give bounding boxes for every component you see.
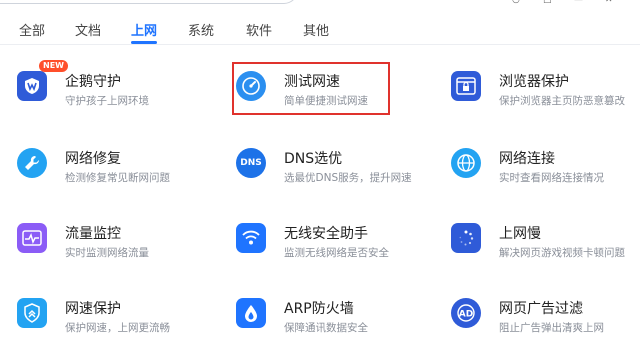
tool-desc: 监测无线网络是否安全 (284, 247, 389, 259)
tool-title: 上网慢 (499, 226, 541, 242)
tool-title: 企鹅守护 (65, 74, 121, 90)
tab-other[interactable]: 其他 (303, 20, 329, 39)
tool-title: ARP防火墙 (284, 301, 354, 317)
penguin-shield-icon (17, 71, 47, 101)
search-box[interactable] (0, 0, 298, 4)
traffic-monitor-icon (17, 223, 47, 253)
tool-dns-optimize[interactable]: DNS DNS选优 选最优DNS服务，提升网速 (236, 148, 436, 198)
highlight-box (232, 62, 390, 115)
tool-title: 流量监控 (65, 226, 121, 242)
tool-desc: 阻止广告弹出清爽上网 (499, 322, 604, 334)
tool-desc: 解决网页游戏视频卡顿问题 (499, 247, 625, 259)
tool-traffic-monitor[interactable]: 流量监控 实时监测网络流量 (17, 223, 217, 273)
tool-penguin-guard[interactable]: NEW 企鹅守护 守护孩子上网环境 (17, 60, 217, 121)
loading-icon (451, 223, 481, 253)
category-tabs: 全部 文档 上网 系统 软件 其他 (0, 14, 640, 44)
tool-desc: 检测修复常见断网问题 (65, 172, 170, 184)
tool-title: 网速保护 (65, 301, 121, 317)
tool-browser-protect[interactable]: 浏览器保护 保护浏览器主页防恶意篡改 (451, 71, 640, 121)
tool-title: 网络修复 (65, 151, 121, 167)
wrench-globe-icon (17, 148, 47, 178)
tool-desc: 守护孩子上网环境 (65, 95, 149, 107)
tool-title: 网页广告过滤 (499, 301, 583, 317)
ad-block-icon: AD (451, 298, 481, 328)
tool-network-connection[interactable]: 网络连接 实时查看网络连接情况 (451, 148, 631, 198)
tool-arp-firewall[interactable]: ARP防火墙 保障通讯数据安全 (236, 298, 436, 348)
svg-text:AD: AD (459, 310, 473, 320)
tool-desc: 保障通讯数据安全 (284, 322, 368, 334)
tool-desc: 实时查看网络连接情况 (499, 172, 604, 184)
tool-title: DNS选优 (284, 151, 343, 167)
tool-title: 网络连接 (499, 151, 555, 167)
tool-slow-internet[interactable]: 上网慢 解决网页游戏视频卡顿问题 (451, 223, 640, 273)
tool-desc: 实时监测网络流量 (65, 247, 149, 259)
close-icon[interactable]: ✕ (605, 0, 614, 5)
tool-wireless-safety[interactable]: 无线安全助手 监测无线网络是否安全 (236, 223, 436, 273)
tool-title: 无线安全助手 (284, 226, 368, 242)
message-icon[interactable]: □ (543, 0, 552, 5)
tool-desc: 选最优DNS服务，提升网速 (284, 172, 412, 184)
dns-icon: DNS (236, 148, 266, 178)
tab-system[interactable]: 系统 (188, 20, 214, 39)
tool-desc: 保护网速，上网更流畅 (65, 322, 170, 334)
tab-internet[interactable]: 上网 (131, 20, 157, 39)
tab-document[interactable]: 文档 (75, 20, 101, 39)
new-badge: NEW (39, 60, 68, 72)
top-bar: ◷ □ — ✕ (0, 0, 640, 14)
window-controls: ◷ □ — ✕ (512, 0, 614, 5)
globe-icon (451, 148, 481, 178)
tab-software[interactable]: 软件 (246, 20, 272, 39)
wifi-shield-icon (236, 223, 266, 253)
clock-icon[interactable]: ◷ (512, 0, 521, 5)
tab-all[interactable]: 全部 (19, 20, 45, 39)
tool-ad-filter[interactable]: AD 网页广告过滤 阻止广告弹出清爽上网 (451, 298, 640, 348)
tool-desc: 保护浏览器主页防恶意篡改 (499, 95, 625, 107)
browser-lock-icon (451, 71, 481, 101)
tool-network-repair[interactable]: 网络修复 检测修复常见断网问题 (17, 148, 217, 198)
firewall-drop-icon (236, 298, 266, 328)
tool-title: 浏览器保护 (499, 74, 569, 90)
speed-shield-icon (17, 298, 47, 328)
minimize-icon[interactable]: — (574, 0, 583, 5)
tool-speed-protect[interactable]: 网速保护 保护网速，上网更流畅 (17, 298, 217, 348)
